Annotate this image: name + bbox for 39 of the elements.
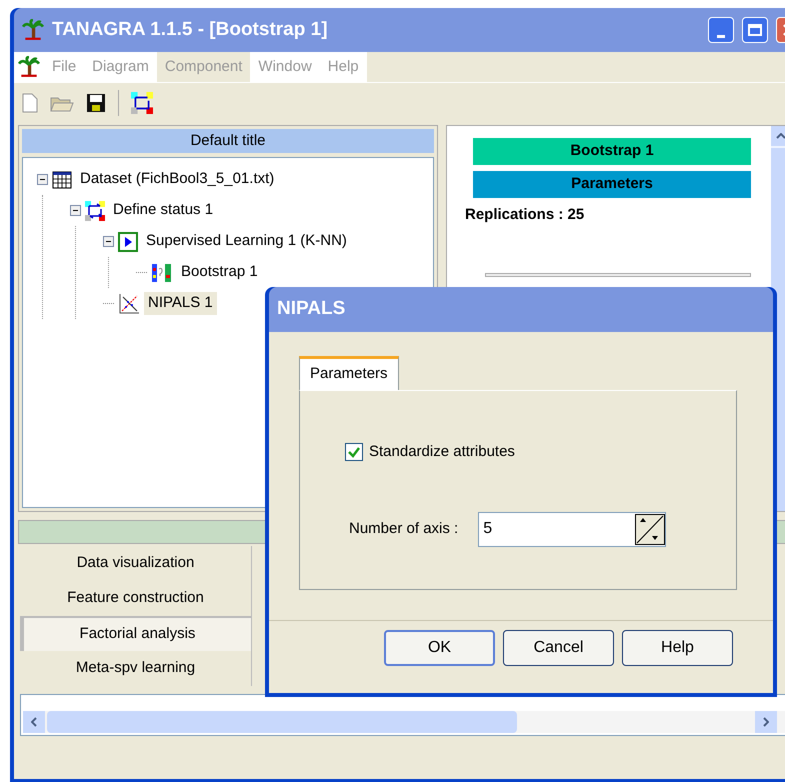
report-section: Parameters: [473, 171, 751, 198]
palm-tree-icon: [22, 19, 44, 41]
spinner-icon[interactable]: [635, 514, 666, 544]
field-label: Number of axis :: [349, 518, 458, 539]
tab[interactable]: Parameters: [299, 356, 399, 390]
tree-node[interactable]: Bootstrap 1: [177, 261, 262, 284]
minimize-button[interactable]: [708, 17, 734, 43]
report-heading: Bootstrap 1: [473, 138, 751, 165]
dialog-button[interactable]: OK: [384, 630, 495, 666]
save-icon[interactable]: [86, 92, 106, 112]
window-title: TANAGRA 1.1.5 - [Bootstrap 1]: [52, 18, 328, 42]
scatter-plot-icon: [118, 292, 140, 314]
category-tab[interactable]: Data visualization: [20, 546, 252, 581]
tree-node[interactable]: Supervised Learning 1 (K-NN): [142, 230, 351, 253]
category-tab[interactable]: Meta-spv learning: [20, 651, 252, 686]
checkbox-label: Standardize attributes: [369, 442, 515, 462]
arrows-icon: [85, 200, 105, 220]
category-tab[interactable]: Factorial analysis: [20, 616, 252, 651]
table-icon: [52, 170, 72, 188]
dialog-button[interactable]: Help: [622, 630, 733, 666]
tree-node[interactable]: Dataset (FichBool3_5_01.txt): [76, 168, 278, 191]
tree-node[interactable]: Define status 1: [109, 199, 218, 222]
new-file-icon[interactable]: [22, 92, 38, 112]
arrows-icon[interactable]: [131, 92, 153, 114]
collapse-toggle[interactable]: [70, 205, 81, 216]
collapse-toggle[interactable]: [37, 174, 48, 185]
dialog-button[interactable]: Cancel: [503, 630, 614, 666]
collapse-toggle[interactable]: [103, 236, 114, 247]
palm-tree-icon: [18, 56, 40, 78]
report-text: Replications : 25: [465, 205, 586, 225]
check-icon: [348, 446, 360, 458]
number-field[interactable]: 5: [478, 512, 666, 546]
tree-node[interactable]: NIPALS 1: [144, 292, 217, 315]
columns-icon: [151, 262, 173, 282]
dialog-title: NIPALS: [277, 297, 346, 322]
maximize-button[interactable]: [742, 17, 768, 43]
diagram-title: Default title: [22, 129, 434, 153]
play-icon: [118, 232, 138, 252]
checkbox[interactable]: [345, 443, 363, 462]
